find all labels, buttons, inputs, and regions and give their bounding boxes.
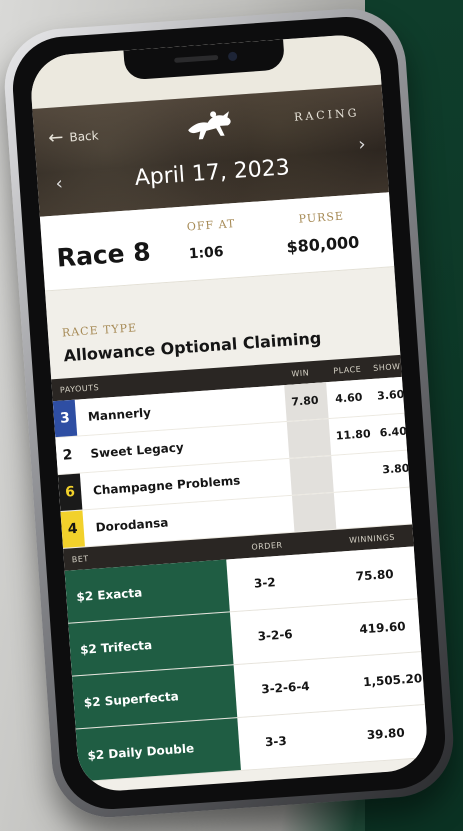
post-number: 3 xyxy=(52,399,78,438)
post-number: 2 xyxy=(55,436,80,475)
back-label: Back xyxy=(68,128,100,145)
bet-name: $2 Superfecta xyxy=(83,689,180,710)
place-value: 11.80 xyxy=(335,427,372,443)
place-value: 4.60 xyxy=(334,390,363,406)
bet-winnings: 419.60 xyxy=(358,619,407,637)
post-number: 6 xyxy=(57,473,83,511)
col-win: WIN xyxy=(291,368,310,379)
horse-name: Dorodansa xyxy=(95,515,169,535)
app-screen: ← Back RACING ‹ › April 17, 2023 Race 8 … xyxy=(28,32,430,794)
bet-winnings: 1,505.20 xyxy=(362,671,423,690)
win-column-bg xyxy=(291,492,337,532)
win-column-bg xyxy=(289,455,334,495)
arrow-left-icon: ← xyxy=(47,126,65,149)
col-winnings: WINNINGS xyxy=(348,532,396,545)
bet-winnings: 75.80 xyxy=(355,566,395,584)
bet-winnings: 39.80 xyxy=(366,725,406,743)
phone-bezel: ← Back RACING ‹ › April 17, 2023 Race 8 … xyxy=(9,13,449,813)
race-date: April 17, 2023 xyxy=(133,155,291,191)
bet-name: $2 Trifecta xyxy=(79,637,153,657)
off-at-label: OFF AT xyxy=(186,217,236,234)
show-value: 3.80 xyxy=(381,461,410,477)
show-value: 6.40 xyxy=(379,424,408,440)
show-value: 3.60 xyxy=(376,387,405,403)
bet-name: $2 Daily Double xyxy=(87,741,195,763)
purse-label: PURSE xyxy=(298,209,345,226)
post-number: 4 xyxy=(60,510,85,548)
bet-label: BET xyxy=(71,554,90,565)
payouts-label: PAYOUTS xyxy=(59,383,100,395)
col-order: ORDER xyxy=(251,540,283,552)
bet-order: 3-2 xyxy=(253,575,277,591)
col-show: SHOW xyxy=(372,361,401,373)
speaker-grille xyxy=(174,54,219,63)
off-at-value: 1:06 xyxy=(188,244,225,263)
race-type-label: RACE TYPE xyxy=(61,321,138,340)
bet-name: $2 Exacta xyxy=(75,585,143,605)
bet-name-cell: $2 Daily Double xyxy=(75,718,241,782)
horse-name: Champagne Problems xyxy=(92,473,241,498)
bet-order: 3-2-6-4 xyxy=(260,679,311,697)
front-camera xyxy=(227,51,238,62)
bet-order: 3-3 xyxy=(264,733,288,750)
race-title: Race 8 xyxy=(55,237,152,273)
bet-order: 3-2-6 xyxy=(257,627,294,644)
back-button[interactable]: ← Back xyxy=(47,126,100,149)
col-place: PLACE xyxy=(333,364,362,376)
win-value: 7.80 xyxy=(290,393,319,409)
phone-frame: ← Back RACING ‹ › April 17, 2023 Race 8 … xyxy=(0,4,458,822)
win-column-bg xyxy=(286,419,332,458)
horse-name: Sweet Legacy xyxy=(90,440,185,461)
brand-name: RACING xyxy=(293,106,360,124)
horse-name: Mannerly xyxy=(87,405,152,424)
horse-jockey-icon xyxy=(188,111,231,140)
purse-value: $80,000 xyxy=(285,232,360,257)
